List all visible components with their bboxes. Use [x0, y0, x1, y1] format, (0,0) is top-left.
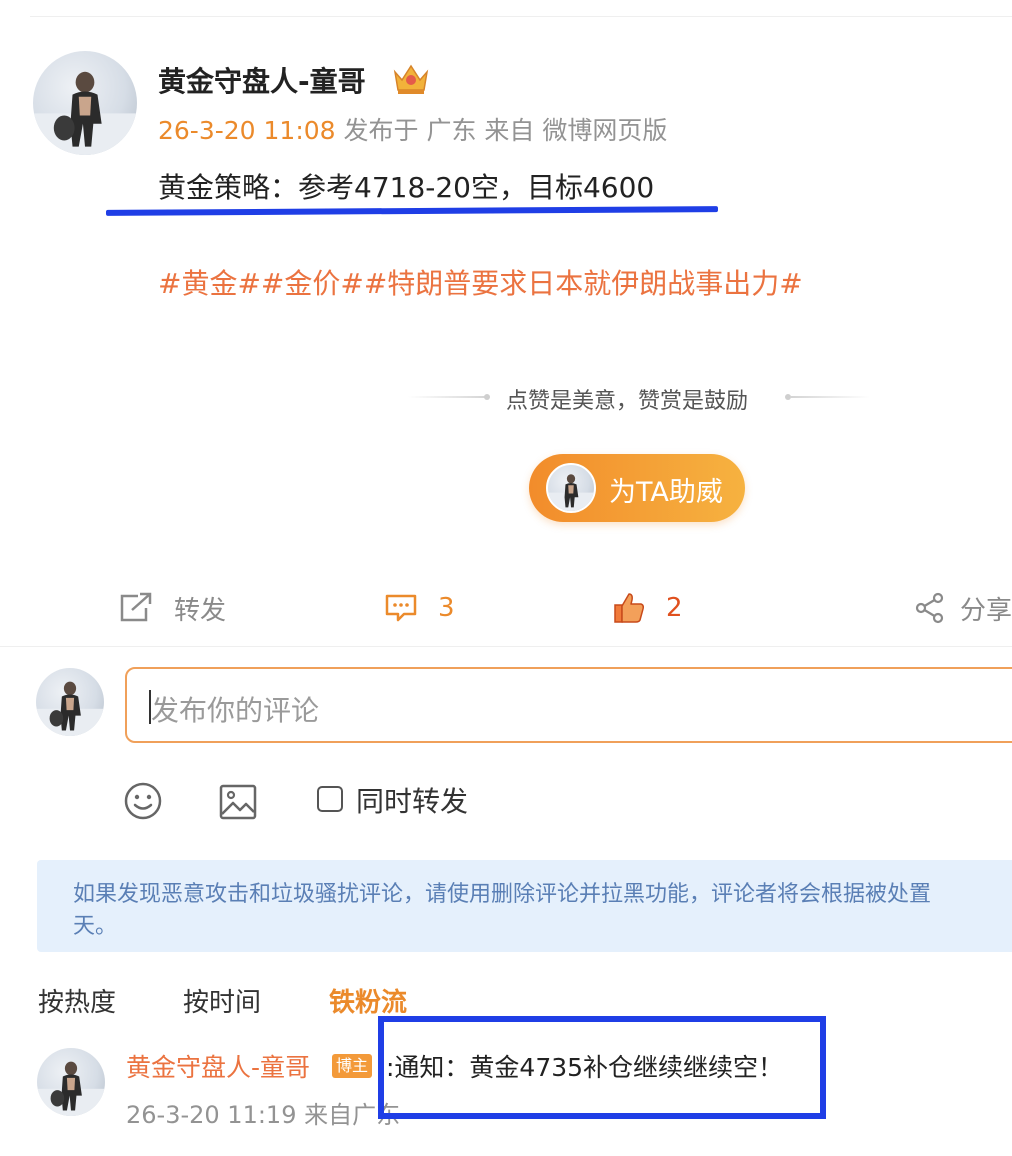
comment-count: 3	[438, 593, 455, 623]
like-count: 2	[666, 593, 683, 623]
share-label: 分享	[960, 595, 1012, 626]
notice-line-1: 如果发现恶意攻击和垃圾骚扰评论，请使用删除评论并拉黑功能，评论者将会根据被处置	[73, 882, 932, 907]
blogger-badge: 博主	[332, 1054, 373, 1078]
author-avatar[interactable]	[33, 51, 137, 155]
comment-notice: 如果发现恶意攻击和垃圾骚扰评论，请使用删除评论并拉黑功能，评论者将会根据被处置 …	[37, 860, 1012, 952]
notice-line-2: 天。	[73, 914, 118, 939]
comment-input-placeholder: 发布你的评论	[151, 694, 320, 727]
like-button[interactable]: 2	[612, 588, 683, 628]
share-icon	[915, 592, 944, 624]
post-source: 发布于 广东 来自 微博网页版	[335, 116, 668, 145]
annotation-underline	[105, 206, 719, 216]
repost-checkbox-label[interactable]: 同时转发	[356, 780, 468, 820]
emoji-icon[interactable]	[123, 781, 163, 821]
author-name[interactable]: 黄金守盘人-童哥	[158, 60, 366, 100]
post-time[interactable]: 26-3-20 11:08	[158, 116, 336, 145]
reward-divider-right	[790, 396, 870, 398]
repost-checkbox[interactable]	[317, 786, 343, 812]
top-divider	[30, 16, 1012, 17]
repost-icon	[120, 592, 152, 622]
reward-slogan: 点赞是美意，赞赏是鼓励	[506, 389, 749, 414]
tab-sort-hot[interactable]: 按热度	[38, 982, 116, 1019]
annotation-box	[378, 1016, 826, 1119]
repost-button[interactable]: 转发	[118, 588, 226, 628]
comment-author-avatar[interactable]	[37, 1048, 105, 1116]
avatar-photo	[33, 71, 137, 155]
tab-sort-fans[interactable]: 铁粉流	[329, 982, 407, 1019]
reward-divider-left	[408, 396, 488, 398]
support-avatar	[546, 463, 596, 513]
support-button-label: 为TA助威	[609, 477, 723, 508]
image-icon[interactable]	[218, 782, 258, 822]
comment-input[interactable]: 发布你的评论	[125, 667, 1012, 743]
reward-dot-left	[484, 394, 490, 400]
comment-meta: 26-3-20 11:19 来自广东	[126, 1101, 401, 1129]
thumbs-up-icon	[614, 593, 644, 623]
share-button[interactable]: 分享	[914, 588, 1012, 628]
comment-button[interactable]: 3	[384, 588, 455, 628]
crown-icon	[392, 62, 430, 96]
current-user-avatar	[36, 668, 104, 736]
post-topics[interactable]: #黄金##金价##特朗普要求日本就伊朗战事出力#	[158, 262, 803, 302]
repost-label: 转发	[174, 595, 227, 626]
tab-sort-time[interactable]: 按时间	[183, 982, 261, 1019]
post-text: 黄金策略：参考4718-20空，目标4600	[158, 171, 655, 204]
support-button[interactable]: 为TA助威	[529, 454, 745, 522]
comment-author-name[interactable]: 黄金守盘人-童哥	[126, 1048, 310, 1084]
post-meta: 26-3-20 11:08 发布于 广东 来自 微博网页版	[158, 111, 667, 147]
action-divider	[0, 646, 1012, 647]
comment-icon	[385, 594, 417, 622]
